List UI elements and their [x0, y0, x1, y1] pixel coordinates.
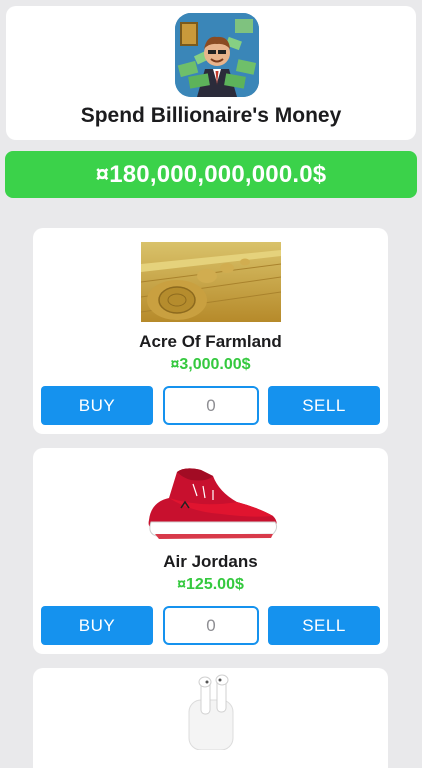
buy-button[interactable]: BUY	[41, 386, 153, 425]
quantity-input[interactable]	[163, 606, 259, 645]
item-name: Air Jordans	[163, 552, 258, 571]
item-name: Acre Of Farmland	[139, 332, 282, 351]
hay-bales-field-image	[140, 242, 282, 322]
airpods-image	[183, 674, 243, 751]
item-card: Acre Of Farmland ¤3,000.00$ BUY SELL	[33, 228, 388, 434]
quantity-input[interactable]	[163, 386, 259, 425]
app-title: Spend Billionaire's Money	[80, 104, 342, 127]
header-card: Spend Billionaire's Money	[6, 6, 416, 140]
billionaire-app-icon	[175, 13, 259, 97]
item-card: Air Jordans ¤125.00$ BUY SELL	[33, 448, 388, 654]
balance-display: ¤180,000,000,000.0$	[5, 151, 417, 198]
sell-button[interactable]: SELL	[268, 386, 380, 425]
buy-button[interactable]: BUY	[41, 606, 153, 645]
sell-button[interactable]: SELL	[268, 606, 380, 645]
item-card	[33, 668, 388, 768]
item-price: ¤3,000.00$	[170, 356, 251, 373]
red-sneaker-image	[141, 462, 281, 542]
item-price: ¤125.00$	[177, 576, 244, 593]
